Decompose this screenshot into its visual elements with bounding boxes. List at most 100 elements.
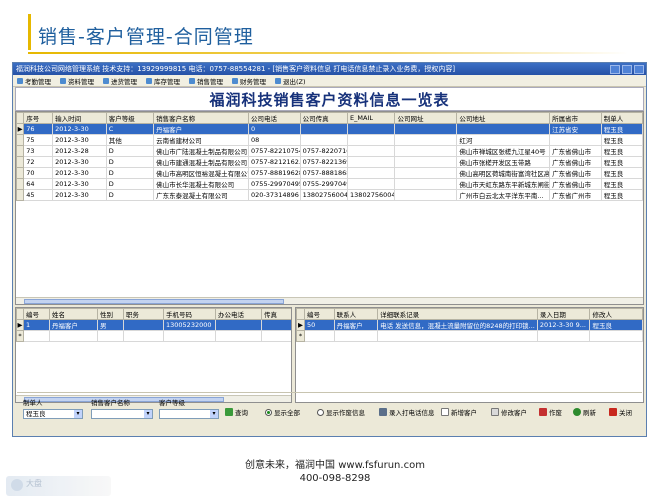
row-selector[interactable]: ▶ bbox=[296, 319, 305, 331]
table-cell[interactable] bbox=[261, 319, 291, 331]
table-cell[interactable]: 64 bbox=[23, 178, 54, 190]
table-cell[interactable]: 程玉良 bbox=[589, 319, 643, 331]
column-header[interactable]: 所属省市 bbox=[549, 112, 602, 124]
table-cell[interactable] bbox=[299, 134, 349, 146]
table-cell[interactable] bbox=[215, 330, 262, 342]
column-header[interactable]: 编号 bbox=[303, 308, 335, 320]
maker-select[interactable]: 程玉良 bbox=[23, 409, 83, 419]
row-selector[interactable] bbox=[16, 167, 25, 179]
table-cell[interactable]: 其他 bbox=[105, 134, 155, 146]
column-header[interactable]: 修改人 bbox=[589, 308, 643, 320]
table-row[interactable]: ▶ 76 2012-3-30 C 丹福客户 0 江苏省安 程玉良 bbox=[16, 123, 643, 135]
table-cell[interactable]: 程玉良 bbox=[600, 189, 643, 201]
table-cell[interactable] bbox=[123, 330, 164, 342]
menu-item-attendance[interactable]: 考勤管理 bbox=[17, 76, 51, 86]
table-cell[interactable] bbox=[377, 330, 538, 342]
table-cell[interactable]: 广东省佛山市 bbox=[549, 167, 602, 179]
table-cell[interactable]: 电话 发送信息，混凝土流量附留位的8248的打印锁... bbox=[377, 319, 538, 331]
row-selector[interactable] bbox=[16, 134, 25, 146]
table-cell[interactable] bbox=[536, 330, 591, 342]
table-cell[interactable]: D bbox=[105, 145, 155, 157]
table-cell[interactable]: 2012-3-30 bbox=[52, 123, 107, 135]
table-cell[interactable]: 0757-8212162... bbox=[248, 156, 301, 168]
table-cell[interactable]: 0757-88818682 bbox=[299, 167, 349, 179]
table-row[interactable]: ▶ 50 丹福客户 电话 发送信息，混凝土流量附留位的8248的打印锁... 2012-… bbox=[296, 319, 643, 331]
row-selector[interactable] bbox=[16, 189, 25, 201]
table-cell[interactable] bbox=[333, 330, 379, 342]
table-cell[interactable]: 2012-3-30 bbox=[52, 134, 107, 146]
table-cell[interactable]: 1 bbox=[23, 319, 50, 331]
table-row[interactable]: ▶ 1 丹福客户男 13005232000 bbox=[16, 319, 291, 331]
show-all-radio[interactable]: 显示全部 bbox=[265, 407, 300, 417]
menu-item-inventory[interactable]: 库存管理 bbox=[146, 76, 180, 86]
table-row[interactable]: 72 2012-3-30 D 佛山市建通混凝土制品有限公司 0757-8212162..… bbox=[16, 156, 643, 168]
new-row[interactable]: * bbox=[296, 330, 643, 342]
table-cell[interactable] bbox=[299, 123, 349, 135]
table-cell[interactable]: 佛山市张槎开发区玉带路 bbox=[456, 156, 551, 168]
query-button[interactable]: 查询 bbox=[225, 407, 248, 417]
table-cell[interactable] bbox=[394, 178, 458, 190]
table-row[interactable]: 70 2012-3-30 D 佛山市高明区恒裕混凝土有限公司 0757-88819628… bbox=[16, 167, 643, 179]
column-header[interactable]: 客户等级 bbox=[105, 112, 155, 124]
table-cell[interactable]: 0755-29970495 bbox=[299, 178, 349, 190]
table-cell[interactable]: 程玉良 bbox=[600, 167, 643, 179]
table-cell[interactable] bbox=[456, 123, 551, 135]
column-header[interactable]: 公司网址 bbox=[394, 112, 458, 124]
new-row[interactable]: * bbox=[16, 330, 291, 342]
table-cell[interactable]: 广州市白云北太平洋东平南... bbox=[456, 189, 551, 201]
table-cell[interactable] bbox=[49, 330, 98, 342]
show-void-radio[interactable]: 显示作废信息 bbox=[317, 407, 365, 417]
table-cell[interactable]: 45 bbox=[23, 189, 54, 201]
table-cell[interactable]: 020-37314896 bbox=[248, 189, 301, 201]
horizontal-scrollbar[interactable] bbox=[16, 297, 643, 304]
row-selector[interactable] bbox=[16, 156, 25, 168]
table-cell[interactable]: 程玉良 bbox=[600, 134, 643, 146]
row-selector[interactable]: ▶ bbox=[16, 319, 24, 331]
row-selector[interactable] bbox=[16, 178, 25, 190]
table-cell[interactable]: 程玉良 bbox=[600, 145, 643, 157]
table-cell[interactable]: 2012-3-30 bbox=[52, 178, 107, 190]
table-cell[interactable]: 广东东泰混凝土有限公司 bbox=[153, 189, 250, 201]
table-cell[interactable] bbox=[97, 330, 124, 342]
table-row[interactable]: 64 2012-3-30 D 佛山市长华混凝土有限公司 0755-29970495 075… bbox=[16, 178, 643, 190]
edit-customer-button[interactable]: 修改客户 bbox=[491, 407, 527, 417]
table-cell[interactable]: 75 bbox=[23, 134, 54, 146]
table-cell[interactable] bbox=[589, 330, 643, 342]
table-cell[interactable]: 2012-3-30 bbox=[52, 156, 107, 168]
menu-item-finance[interactable]: 财务管理 bbox=[232, 76, 266, 86]
table-cell[interactable]: 云南省建材公司 bbox=[153, 134, 250, 146]
table-cell[interactable]: 2012-3-30 bbox=[52, 189, 107, 201]
row-selector[interactable]: ▶ bbox=[16, 123, 25, 135]
column-header[interactable]: 姓名 bbox=[49, 308, 98, 320]
table-cell[interactable]: 08 bbox=[248, 134, 301, 146]
table-cell[interactable]: D bbox=[105, 178, 155, 190]
table-cell[interactable]: D bbox=[105, 156, 155, 168]
menu-item-data[interactable]: 资料管理 bbox=[60, 76, 94, 86]
table-cell[interactable] bbox=[394, 134, 458, 146]
table-cell[interactable]: 73 bbox=[23, 145, 54, 157]
table-cell[interactable] bbox=[347, 123, 396, 135]
table-cell[interactable] bbox=[261, 330, 291, 342]
table-cell[interactable]: 13802756004B... bbox=[299, 189, 349, 201]
menu-item-sales[interactable]: 销售管理 bbox=[189, 76, 223, 86]
table-cell[interactable]: 广东省佛山市 bbox=[549, 145, 602, 157]
table-cell[interactable] bbox=[347, 145, 396, 157]
table-cell[interactable]: 丹福客户 bbox=[153, 123, 250, 135]
column-header[interactable]: E_MAIL bbox=[347, 112, 396, 124]
column-header[interactable]: 公司电话 bbox=[248, 112, 301, 124]
menu-item-purchase[interactable]: 进货管理 bbox=[103, 76, 137, 86]
menu-item-exit[interactable]: 退出(Z) bbox=[275, 76, 306, 86]
column-header[interactable]: 公司地址 bbox=[456, 112, 551, 124]
table-cell[interactable]: 丹福客户 bbox=[49, 319, 98, 331]
table-cell[interactable] bbox=[394, 123, 458, 135]
row-selector[interactable] bbox=[16, 145, 25, 157]
scrollbar-thumb[interactable] bbox=[24, 299, 284, 304]
table-row[interactable]: 73 2012-3-28 D 佛山市广陆混凝土制品有限公司 0757-82210754 0… bbox=[16, 145, 643, 157]
table-cell[interactable]: 佛山市广陆混凝土制品有限公司 bbox=[153, 145, 250, 157]
table-cell[interactable]: 0757-88819628 bbox=[248, 167, 301, 179]
table-cell[interactable]: 佛山市天虹东路东平新城东闸街 bbox=[456, 178, 551, 190]
refresh-button[interactable]: 刷新 bbox=[573, 407, 596, 417]
table-cell[interactable]: 0 bbox=[248, 123, 301, 135]
table-cell[interactable] bbox=[394, 145, 458, 157]
record-call-button[interactable]: 录入打电话信息 bbox=[379, 407, 435, 417]
